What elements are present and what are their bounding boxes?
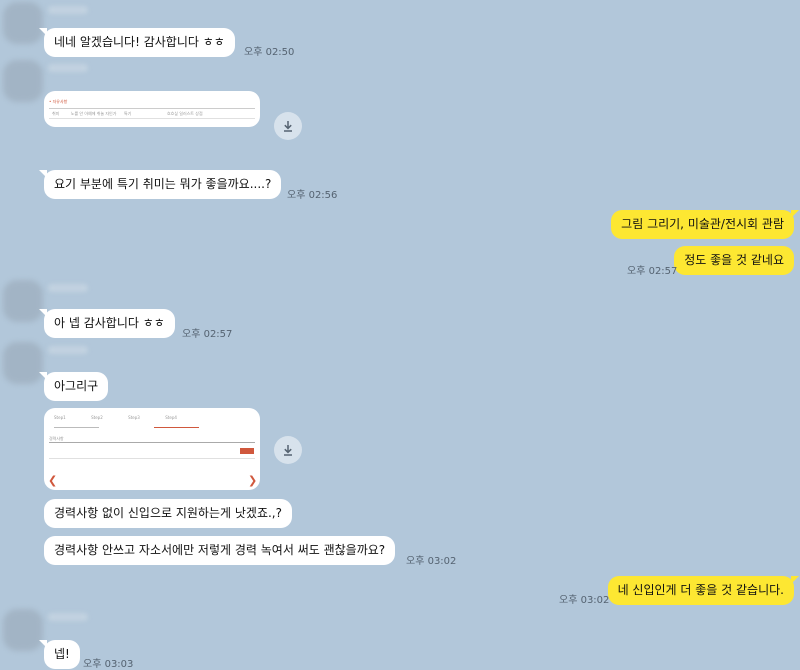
download-button[interactable] — [274, 436, 302, 464]
message-time: 오후 02:57 — [182, 329, 233, 340]
message-bubble[interactable]: 넵! — [39, 640, 80, 669]
chevron-right-icon: ❯ — [248, 474, 258, 487]
avatar[interactable] — [3, 280, 43, 322]
doc-add-button — [240, 448, 254, 454]
message-bubble[interactable]: 경력사항 안쓰고 자소서에만 저렇게 경력 녹여서 써도 괜찮을까요? — [44, 536, 396, 565]
sender-name — [48, 6, 88, 14]
message-bubble[interactable]: 경력사항 없이 신입으로 지원하는게 낫겠죠.,? — [44, 499, 292, 528]
image-attachment[interactable]: Step1 Step2 Step3 Step4 경력사항 ❮ ❯ — [44, 408, 260, 490]
doc-divider — [49, 458, 255, 459]
doc-divider — [154, 427, 199, 428]
doc-divider — [54, 427, 99, 428]
sender-name — [48, 64, 88, 72]
message-bubble[interactable]: 그림 그리기, 미술관/전시회 관람 — [611, 210, 799, 239]
avatar[interactable] — [3, 60, 43, 102]
doc-row: 취미 노를 안 아예에 취눌 자인가 특기 흐흐싶 일러스트 상점 — [52, 111, 203, 116]
avatar[interactable] — [3, 342, 43, 384]
message-bubble[interactable]: 정도 좋을 것 같네요 — [674, 246, 794, 275]
message-time: 오후 03:02 — [559, 595, 610, 606]
avatar[interactable] — [3, 2, 43, 44]
message-time: 오후 02:57 — [627, 266, 678, 277]
doc-divider — [49, 108, 255, 109]
message-time: 오후 03:03 — [83, 659, 134, 670]
doc-steps: Step1 Step2 Step3 Step4 — [54, 415, 177, 420]
download-icon — [284, 121, 292, 132]
message-bubble[interactable]: 아그리구 — [38, 372, 109, 401]
message-time: 오후 02:56 — [287, 190, 338, 201]
chevron-left-icon: ❮ — [48, 474, 58, 487]
sender-name — [48, 346, 88, 354]
image-attachment[interactable]: • 자유사항 취미 노를 안 아예에 취눌 자인가 특기 흐흐싶 일러스트 상점 — [44, 91, 260, 127]
doc-divider — [49, 442, 255, 443]
message-time: 오후 03:02 — [406, 556, 457, 567]
message-bubble[interactable]: 아 넵 감사합니다 ㅎㅎ — [39, 309, 175, 338]
sender-name — [48, 284, 88, 292]
message-time: 오후 02:50 — [244, 47, 295, 58]
message-bubble[interactable]: 네네 알겠습니다! 감사합니다 ㅎㅎ — [39, 28, 235, 57]
message-bubble[interactable]: 네 신입인게 더 좋을 것 같습니다. — [607, 576, 800, 605]
doc-divider — [49, 118, 255, 119]
download-icon — [284, 445, 292, 456]
download-button[interactable] — [274, 112, 302, 140]
avatar[interactable] — [3, 609, 43, 651]
message-bubble[interactable]: 요기 부분에 특기 취미는 뭐가 좋을까요....? — [38, 170, 282, 199]
doc-heading: • 자유사항 — [49, 99, 68, 104]
sender-name — [48, 613, 88, 621]
